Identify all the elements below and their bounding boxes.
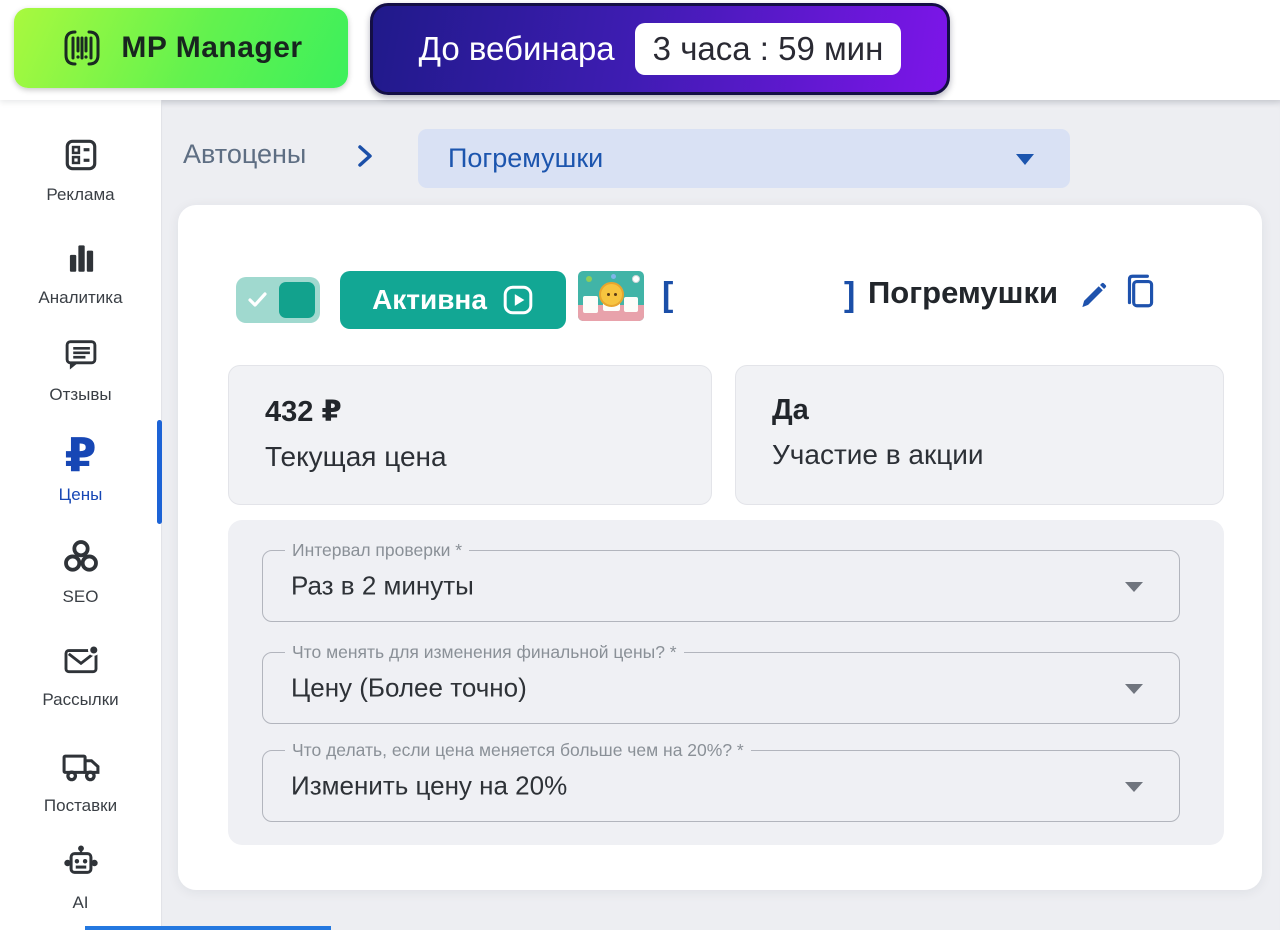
sidebar-item-label: Рассылки [42, 690, 119, 709]
dropdown-arrow-icon [1125, 684, 1143, 694]
price-change-target-label: Что менять для изменения финальной цены?… [285, 642, 684, 663]
strategy-settings-form: Интервал проверки * Раз в 2 минуты Что м… [228, 520, 1224, 845]
mp-manager-logo[interactable]: MP Manager [14, 8, 348, 88]
toggle-knob [279, 282, 315, 318]
strategy-dropdown[interactable]: Погремушки [418, 129, 1070, 188]
sidebar-item-reviews[interactable]: Отзывы [0, 332, 161, 405]
dropdown-arrow-icon [1125, 782, 1143, 792]
status-button[interactable]: Активна [340, 271, 566, 329]
bottom-accent-line [85, 926, 331, 930]
webinar-label: До вебинара [418, 30, 615, 67]
sidebar-item-analytics[interactable]: Аналитика [0, 235, 161, 308]
sidebar-item-label: Аналитика [38, 288, 123, 307]
edit-icon[interactable] [1076, 279, 1110, 313]
ruble-icon: ₽ [64, 428, 97, 482]
current-price-card: 432 ₽ Текущая цена [228, 365, 712, 505]
price-jump-action-label: Что делать, если цена меняется больше че… [285, 740, 751, 761]
thumb-box [624, 297, 638, 312]
sidebar-item-label: SEO [62, 587, 99, 606]
truck-icon [0, 743, 161, 789]
sidebar-item-supplies[interactable]: Поставки [0, 743, 161, 816]
bracket-open: [ [662, 276, 674, 314]
thumb-toy-lion [599, 282, 624, 307]
sidebar-item-label: Цены [58, 485, 103, 504]
sidebar-item-ads[interactable]: Реклама [0, 132, 161, 205]
sidebar-nav: Реклама Аналитика Отзывы ₽ Цены SEO Расс… [0, 100, 162, 930]
sidebar-item-label: Поставки [43, 796, 118, 815]
promo-participation-value: Да [772, 394, 809, 426]
dropdown-arrow-icon [1016, 154, 1034, 165]
chevron-right-icon [356, 143, 374, 169]
check-interval-label: Интервал проверки * [285, 540, 470, 561]
copy-icon[interactable] [1122, 271, 1158, 311]
webinar-banner[interactable]: До вебинара 3 часа : 59 мин [370, 3, 950, 95]
sidebar-item-label: Отзывы [49, 385, 112, 404]
thumb-toy-eye [607, 293, 610, 296]
active-toggle[interactable] [236, 277, 320, 323]
reviews-icon [0, 332, 161, 378]
strategy-dropdown-value: Погремушки [448, 143, 604, 173]
check-interval-value: Раз в 2 минуты [291, 570, 474, 601]
barcode-icon [59, 25, 105, 71]
robot-icon [0, 840, 161, 886]
promo-participation-label: Участие в акции [772, 439, 984, 470]
logo-label: MP Manager [121, 31, 303, 64]
current-price-label: Текущая цена [265, 441, 447, 472]
bracket-close: ] [844, 276, 856, 314]
seo-icon [0, 534, 161, 580]
sidebar-item-label: Реклама [46, 185, 115, 204]
play-icon [502, 284, 534, 316]
product-thumbnail[interactable] [578, 271, 644, 321]
price-jump-action-value: Изменить цену на 20% [291, 770, 568, 801]
promo-participation-card: Да Участие в акции [735, 365, 1224, 505]
sidebar-item-ai[interactable]: AI [0, 840, 161, 913]
sidebar-item-seo[interactable]: SEO [0, 534, 161, 607]
top-header: MP Manager До вебинара 3 часа : 59 мин [0, 0, 1280, 100]
check-interval-select[interactable]: Интервал проверки * Раз в 2 минуты [262, 540, 1180, 622]
analytics-icon [0, 235, 161, 281]
status-label: Активна [372, 284, 487, 315]
sidebar-item-label: AI [72, 893, 89, 912]
dropdown-arrow-icon [1125, 582, 1143, 592]
check-icon [247, 290, 269, 310]
current-price-value: 432 ₽ [265, 396, 342, 428]
strategy-card: Активна [ ] Погремушки 432 ₽ Текущая цен… [178, 205, 1262, 890]
active-nav-indicator [157, 420, 162, 524]
strategy-title: Погремушки [868, 275, 1059, 310]
sidebar-item-prices[interactable]: ₽ Цены [0, 432, 161, 505]
ads-icon [0, 132, 161, 178]
webinar-countdown: 3 часа : 59 мин [634, 23, 902, 75]
thumb-toy [611, 274, 616, 279]
sidebar-item-mailings[interactable]: Рассылки [0, 637, 161, 710]
mailing-icon [0, 637, 161, 683]
price-jump-action-select[interactable]: Что делать, если цена меняется больше че… [262, 740, 1180, 822]
price-change-target-value: Цену (Более точно) [291, 672, 527, 703]
breadcrumb-autoprices[interactable]: Автоцены [183, 139, 306, 170]
thumb-toy [586, 276, 592, 282]
price-change-target-select[interactable]: Что менять для изменения финальной цены?… [262, 642, 1180, 724]
thumb-toy-eye [614, 293, 617, 296]
thumb-box [583, 296, 598, 313]
thumb-badge [632, 275, 640, 283]
